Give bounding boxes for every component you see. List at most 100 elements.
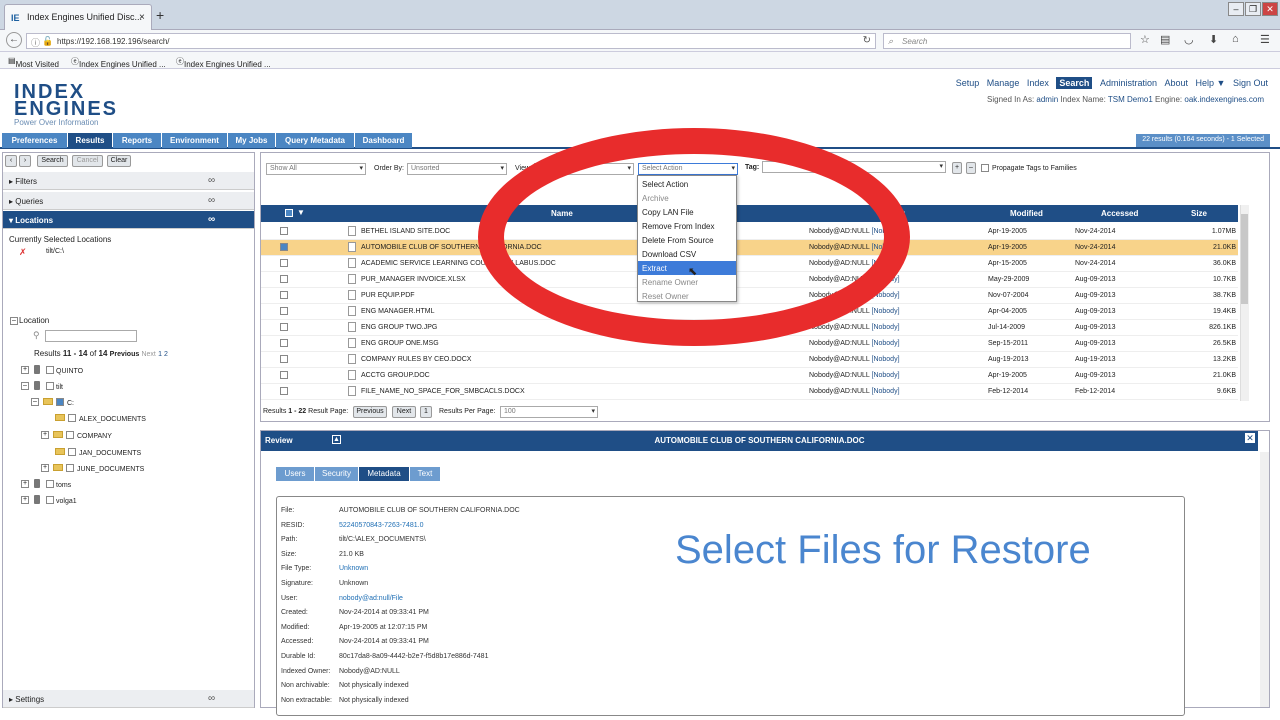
section-settings[interactable]: ▸ Settings ∞ — [3, 690, 254, 708]
search-button[interactable]: Search — [37, 155, 68, 167]
row-name[interactable]: COMPANY RULES BY CEO.DOCX — [361, 356, 471, 363]
tab-environment[interactable]: Environment — [162, 133, 227, 148]
tree-item-jan-documents[interactable]: JAN_DOCUMENTS — [79, 450, 141, 457]
row-name[interactable]: ENG GROUP TWO.JPG — [361, 324, 437, 331]
menu-item[interactable]: Copy LAN File — [638, 205, 736, 219]
grid-scroll-thumb[interactable] — [1241, 214, 1248, 304]
nav-search[interactable]: Search — [1056, 77, 1093, 89]
owner-link[interactable]: [Nobody] — [872, 324, 900, 331]
close-icon[interactable]: × — [139, 12, 145, 23]
bookmark-item[interactable]: ⓔ Index Engines Unified ... — [71, 56, 166, 69]
new-tab-button[interactable]: + — [156, 7, 164, 23]
meta-value[interactable]: 52240570843-7263-7481.0 — [339, 522, 423, 529]
location-next-link[interactable]: Next — [141, 351, 155, 358]
section-filters[interactable]: ▸ Filters ∞ — [3, 172, 254, 190]
tree-item-company[interactable]: COMPANY — [77, 433, 112, 440]
link-icon[interactable]: ∞ — [208, 214, 215, 225]
row-checkbox[interactable] — [280, 291, 288, 299]
row-checkbox[interactable] — [280, 243, 288, 251]
nav-back-button[interactable]: ‹ — [5, 155, 17, 167]
home-icon[interactable]: ⌂ — [1232, 33, 1239, 45]
clear-button[interactable]: Clear — [107, 155, 131, 167]
add-tag-button[interactable]: + — [952, 162, 962, 174]
row-checkbox[interactable] — [280, 339, 288, 347]
section-queries[interactable]: ▸ Queries ∞ — [3, 192, 254, 210]
tree-item-june-documents[interactable]: JUNE_DOCUMENTS — [77, 466, 144, 473]
tree-item-toms[interactable]: toms — [56, 482, 71, 489]
row-name[interactable]: BETHEL ISLAND SITE.DOC — [361, 228, 450, 235]
tree-checkbox[interactable] — [46, 366, 54, 374]
location-pages[interactable]: 1 2 — [158, 351, 168, 358]
nav-administration[interactable]: Administration — [1100, 78, 1157, 88]
tree-item-alex-documents[interactable]: ALEX_DOCUMENTS — [79, 416, 146, 423]
nav-sign-out[interactable]: Sign Out — [1233, 78, 1268, 88]
expand-icon[interactable]: + — [21, 366, 29, 374]
expand-icon[interactable]: + — [21, 496, 29, 504]
table-row[interactable]: ACCTG GROUP.DOC Nobody@AD:NULL [Nobody] Ap… — [261, 368, 1238, 384]
select-all-checkbox[interactable] — [285, 209, 293, 217]
tree-checkbox[interactable] — [46, 480, 54, 488]
reload-icon[interactable]: ↻ — [863, 35, 871, 46]
menu-item[interactable]: Remove From Index — [638, 219, 736, 233]
row-checkbox[interactable] — [280, 227, 288, 235]
bookmark-star-icon[interactable]: ☆ — [1140, 33, 1150, 46]
tree-checkbox[interactable] — [68, 448, 76, 456]
tree-item-quinto[interactable]: QUINTO — [56, 368, 83, 375]
order-by-select[interactable]: Unsorted — [407, 163, 507, 175]
next-page-button[interactable]: Next — [392, 406, 416, 418]
url-bar[interactable]: ⓘ 🔓 https://192.168.192.196/search/ ↻ — [26, 33, 876, 49]
col-accessed[interactable]: Accessed — [1101, 209, 1138, 218]
nav-setup[interactable]: Setup — [956, 78, 980, 88]
collapse-icon[interactable]: – — [31, 398, 39, 406]
bookmark-most-visited[interactable]: ▤ Most Visited — [8, 56, 59, 69]
tab-metadata[interactable]: Metadata — [359, 467, 409, 481]
table-row[interactable]: FILE_NAME_NO_SPACE_FOR_SMBCACLS.DOCX Nobo… — [261, 384, 1238, 400]
download-icon[interactable]: ⬇ — [1209, 33, 1218, 46]
restore-icon[interactable]: ❐ — [1245, 2, 1261, 16]
menu-icon[interactable]: ☰ — [1260, 33, 1270, 46]
browser-tab[interactable]: IE Index Engines Unified Disc... × — [4, 4, 152, 30]
row-checkbox[interactable] — [280, 387, 288, 395]
location-prev-link[interactable]: Previous — [110, 351, 140, 358]
owner-link[interactable]: [Nobody] — [872, 372, 900, 379]
link-icon[interactable]: ∞ — [208, 693, 215, 704]
menu-item[interactable]: Rename Owner — [638, 275, 736, 289]
tab-text[interactable]: Text — [410, 467, 440, 481]
page-number[interactable]: 1 — [420, 406, 432, 418]
expand-icon[interactable]: + — [41, 464, 49, 472]
cancel-button[interactable]: Cancel — [72, 155, 103, 167]
tab-users[interactable]: Users — [276, 467, 314, 481]
row-name[interactable]: ENG MANAGER.HTML — [361, 308, 435, 315]
col-size[interactable]: Size — [1191, 209, 1207, 218]
owner-link[interactable]: [Nobody] — [872, 388, 900, 395]
tab-query-metadata[interactable]: Query Metadata — [276, 133, 354, 148]
tree-checkbox[interactable] — [56, 398, 64, 406]
browser-search-input[interactable]: ⌕ Search — [883, 33, 1131, 49]
menu-item[interactable]: Extract — [638, 261, 736, 275]
nav-forward-button[interactable]: › — [19, 155, 31, 167]
link-icon[interactable]: ∞ — [208, 195, 215, 206]
col-modified[interactable]: Modified — [1010, 209, 1043, 218]
row-checkbox[interactable] — [280, 307, 288, 315]
owner-link[interactable]: [Nobody] — [872, 340, 900, 347]
show-all-select[interactable]: Show All — [266, 163, 366, 175]
meta-value[interactable]: nobody@ad:null/File — [339, 595, 403, 602]
close-icon[interactable]: ✕ — [1245, 433, 1255, 443]
row-name[interactable]: FILE_NAME_NO_SPACE_FOR_SMBCACLS.DOCX — [361, 388, 525, 395]
row-name[interactable]: PUR EQUIP.PDF — [361, 292, 415, 299]
meta-value[interactable]: Unknown — [339, 565, 368, 572]
menu-item[interactable]: Select Action — [638, 177, 736, 191]
previous-page-button[interactable]: Previous — [353, 406, 387, 418]
tree-checkbox[interactable] — [68, 414, 76, 422]
tree-checkbox[interactable] — [66, 431, 74, 439]
tree-checkbox[interactable] — [46, 382, 54, 390]
per-page-select[interactable]: 100 — [500, 406, 598, 418]
tab-my-jobs[interactable]: My Jobs — [228, 133, 275, 148]
collapse-icon[interactable]: – — [10, 317, 18, 325]
expand-icon[interactable]: + — [41, 431, 49, 439]
tab-dashboard[interactable]: Dashboard — [355, 133, 412, 148]
back-arrow-icon[interactable]: ← — [6, 32, 22, 48]
propagate-checkbox[interactable] — [981, 164, 989, 172]
tab-security[interactable]: Security — [315, 467, 358, 481]
row-name[interactable]: ENG GROUP ONE.MSG — [361, 340, 439, 347]
